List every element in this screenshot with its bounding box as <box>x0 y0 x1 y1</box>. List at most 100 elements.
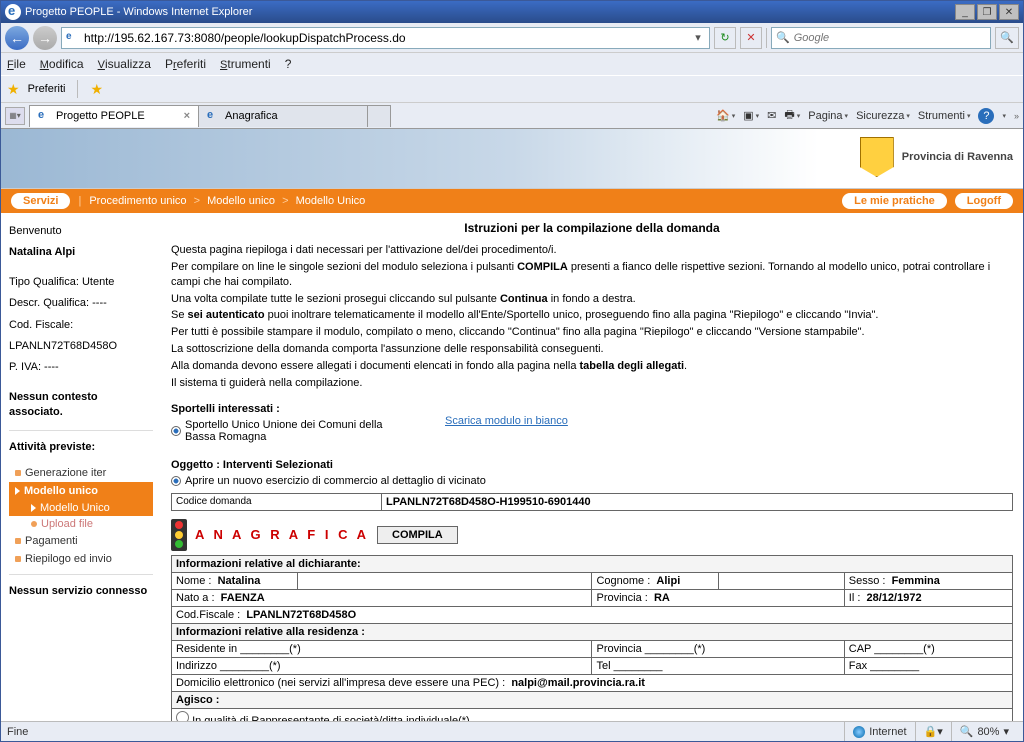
forward-button[interactable]: → <box>33 26 57 50</box>
zoom-control[interactable]: 🔍 80% ▾ <box>951 722 1017 741</box>
radio-icon <box>171 426 181 436</box>
anagrafica-table: Informazioni relative al dichiarante: No… <box>171 555 1013 721</box>
sidebar-item-generazione[interactable]: Generazione iter <box>9 464 153 482</box>
activities-label: Attività previste: <box>9 441 95 453</box>
new-tab-button[interactable] <box>367 105 391 127</box>
quick-tabs-button[interactable]: ▦▾ <box>5 107 25 125</box>
globe-icon <box>853 726 865 738</box>
search-input[interactable] <box>794 32 986 44</box>
menu-file[interactable]: File <box>7 57 26 71</box>
oggetto-option[interactable]: Aprire un nuovo esercizio di commercio a… <box>171 475 1013 487</box>
traffic-light-icon <box>171 519 187 551</box>
search-icon: 🔍 <box>776 31 790 44</box>
status-bar: Fine Internet 🔒▾ 🔍 80% ▾ <box>1 721 1023 741</box>
sidebar-sub-upload[interactable]: Upload file <box>9 516 153 532</box>
stop-button[interactable]: ✕ <box>740 27 762 49</box>
crumb-modello2[interactable]: Modello Unico <box>296 195 366 207</box>
org-name: Provincia di Ravenna <box>902 151 1013 163</box>
ie-icon: e <box>207 109 221 123</box>
crumb-procedimento[interactable]: Procedimento unico <box>89 195 186 207</box>
sidebar-sub-modello[interactable]: Modello Unico <box>9 500 153 516</box>
org-logo: Provincia di Ravenna <box>860 137 1013 177</box>
context-label: Nessun contesto associato. <box>9 391 98 418</box>
back-button[interactable]: ← <box>5 26 29 50</box>
scarica-link[interactable]: Scarica modulo in bianco <box>445 415 568 427</box>
page-menu[interactable]: Pagina▾ <box>808 110 848 122</box>
radio-icon <box>171 476 181 486</box>
help-button[interactable]: ? <box>978 108 994 124</box>
menu-visualizza[interactable]: Visualizza <box>98 57 151 71</box>
ie-icon: e <box>38 109 52 123</box>
zone-indicator[interactable]: Internet <box>844 722 914 741</box>
menu-help[interactable]: ? <box>285 57 292 71</box>
descr-qualifica: Descr. Qualifica: ---- <box>9 293 153 314</box>
crumb-modello1[interactable]: Modello unico <box>207 195 275 207</box>
restore-button[interactable]: ❐ <box>977 4 997 20</box>
favorites-label[interactable]: Preferiti <box>28 83 66 95</box>
mail-button[interactable]: ✉ <box>767 109 776 122</box>
logoff-button[interactable]: Logoff <box>955 193 1013 209</box>
mie-pratiche-button[interactable]: Le mie pratiche <box>842 193 947 209</box>
crest-icon <box>860 137 894 177</box>
servizi-button[interactable]: Servizi <box>11 193 70 209</box>
star-icon[interactable]: ★ <box>7 81 20 98</box>
sportello-option[interactable]: Sportello Unico Unione dei Comuni della … <box>171 419 405 443</box>
menu-modifica[interactable]: Modifica <box>40 57 84 71</box>
main-content: Istruzioni per la compilazione della dom… <box>161 213 1023 721</box>
tab-label: Anagrafica <box>225 110 278 122</box>
address-bar[interactable]: e ▾ <box>61 27 710 49</box>
sidebar-item-riepilogo[interactable]: Riepilogo ed invio <box>9 550 153 568</box>
home-button[interactable]: 🏠▾ <box>716 109 735 122</box>
user-name: Natalina Alpi <box>9 246 75 258</box>
menu-bar: File Modifica Visualizza Preferiti Strum… <box>1 53 1023 75</box>
codice-value: LPANLN72T68D458O-H199510-6901440 <box>386 496 591 508</box>
window-title-bar: Progetto PEOPLE - Windows Internet Explo… <box>1 1 1023 23</box>
add-favorite-icon[interactable]: ★ <box>90 81 103 98</box>
cf-label: Cod. Fiscale: <box>9 315 153 336</box>
piva: P. IVA: ---- <box>9 357 153 378</box>
page-title: Istruzioni per la compilazione della dom… <box>171 221 1013 235</box>
sidebar-item-pagamenti[interactable]: Pagamenti <box>9 532 153 550</box>
search-go-button[interactable]: 🔍 <box>995 27 1019 49</box>
service-label: Nessun servizio connesso <box>9 585 147 597</box>
sportelli-heading: Sportelli interessati : <box>171 403 1013 415</box>
refresh-button[interactable]: ↻ <box>714 27 736 49</box>
ie-icon <box>5 4 21 20</box>
print-button[interactable]: 🖶▾ <box>784 106 800 125</box>
security-menu[interactable]: Sicurezza▾ <box>856 110 910 122</box>
anagrafica-heading: A N A G R A F I C A <box>195 527 369 542</box>
tools-menu[interactable]: Strumenti▾ <box>918 110 971 122</box>
sidebar: Benvenuto Natalina Alpi Tipo Qualifica: … <box>1 213 161 721</box>
tab-progetto-people[interactable]: e Progetto PEOPLE × <box>29 105 199 127</box>
close-tab-icon[interactable]: × <box>184 110 190 122</box>
sidebar-item-modello-unico[interactable]: Modello unico <box>9 482 153 500</box>
tab-anagrafica[interactable]: e Anagrafica <box>198 105 368 127</box>
minimize-button[interactable]: _ <box>955 4 975 20</box>
url-input[interactable] <box>84 31 691 45</box>
menu-strumenti[interactable]: Strumenti <box>220 57 271 71</box>
url-dropdown[interactable]: ▾ <box>691 31 705 44</box>
codice-table: Codice domanda LPANLN72T68D458O-H199510-… <box>171 493 1013 511</box>
nav-bar: ← → e ▾ ↻ ✕ 🔍 🔍 <box>1 23 1023 53</box>
window-title: Progetto PEOPLE - Windows Internet Explo… <box>25 6 252 18</box>
ie-icon: e <box>66 31 80 45</box>
orange-bar: Servizi | Procedimento unico > Modello u… <box>1 189 1023 213</box>
close-button[interactable]: ✕ <box>999 4 1019 20</box>
agisco-radio[interactable] <box>176 711 189 721</box>
tipo-qualifica: Tipo Qualifica: Utente <box>9 272 153 293</box>
tab-bar: ▦▾ e Progetto PEOPLE × e Anagrafica 🏠▾ ▣… <box>1 103 1023 129</box>
feeds-button[interactable]: ▣▾ <box>743 109 759 122</box>
breadcrumb: Procedimento unico > Modello unico > Mod… <box>89 195 365 207</box>
instr-p1: Questa pagina riepiloga i dati necessari… <box>171 243 1013 258</box>
search-bar[interactable]: 🔍 <box>771 27 991 49</box>
page-content: Provincia di Ravenna Servizi | Procedime… <box>1 129 1023 721</box>
cf-value: LPANLN72T68D458O <box>9 336 153 357</box>
oggetto-heading: Oggetto : Interventi Selezionati <box>171 459 1013 471</box>
protected-mode[interactable]: 🔒▾ <box>915 722 951 741</box>
menu-preferiti[interactable]: Preferiti <box>165 57 206 71</box>
banner: Provincia di Ravenna <box>1 129 1023 189</box>
compila-button[interactable]: COMPILA <box>377 526 458 544</box>
welcome-label: Benvenuto <box>9 221 153 242</box>
status-text: Fine <box>7 726 28 738</box>
favorites-bar: ★ Preferiti ★ <box>1 75 1023 103</box>
